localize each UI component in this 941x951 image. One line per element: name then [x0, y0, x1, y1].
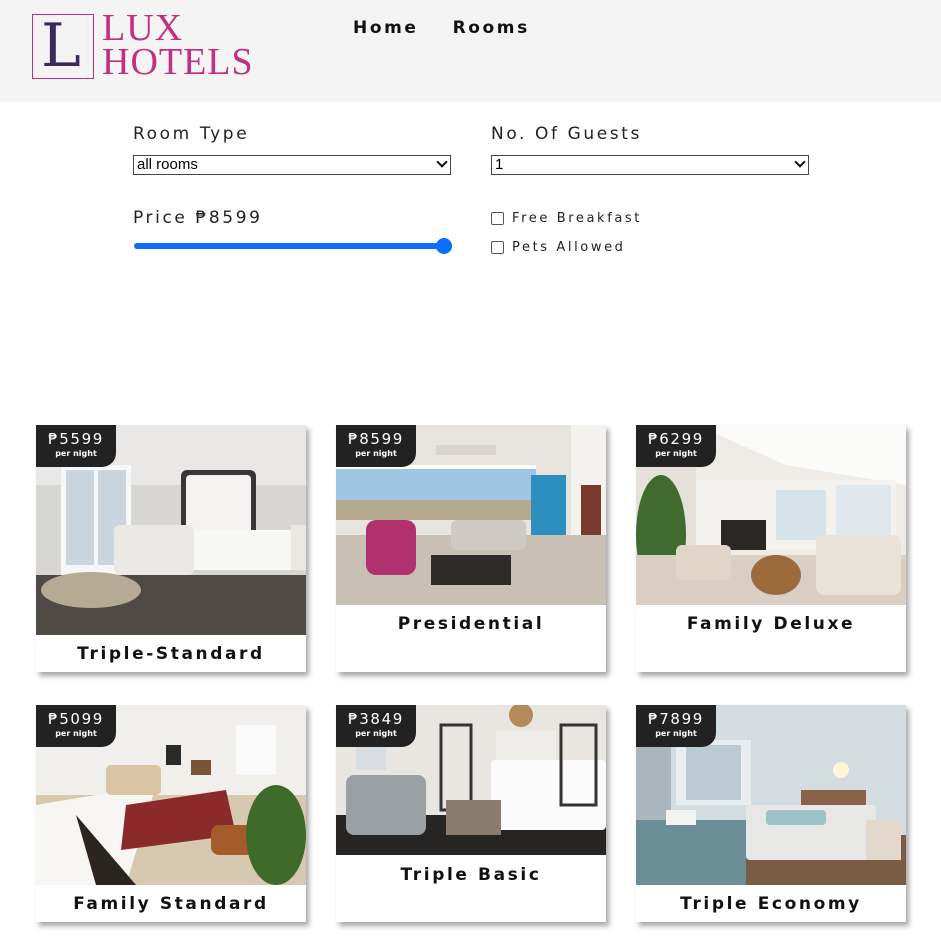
room-name: Presidential [397, 614, 545, 634]
chevron-down-icon [436, 156, 448, 168]
price-badge: ₱3849 per night [336, 705, 416, 747]
per-night-label: per night [55, 729, 97, 738]
price-badge: ₱8599 per night [336, 425, 416, 467]
room-name: Triple Basic [400, 865, 542, 885]
room-card[interactable]: ₱3849 per night Triple Basic [336, 705, 606, 922]
chevron-down-icon [794, 156, 806, 168]
slider-track [134, 243, 452, 249]
room-name: Family Standard [73, 894, 269, 914]
room-type-select[interactable]: all rooms [133, 155, 451, 175]
logo-line-1: LUX [102, 7, 184, 49]
room-price: ₱6299 [648, 430, 704, 448]
room-type-value: all rooms [137, 156, 198, 173]
room-price: ₱3849 [348, 710, 404, 728]
price-badge: ₱5599 per night [36, 425, 116, 467]
room-name: Triple-Standard [77, 644, 265, 664]
per-night-label: per night [55, 449, 97, 458]
price-badge: ₱7899 per night [636, 705, 716, 747]
price-slider[interactable] [134, 238, 452, 254]
guests-value: 1 [495, 156, 504, 173]
per-night-label: per night [355, 449, 397, 458]
guests-select[interactable]: 1 [491, 155, 809, 175]
room-card[interactable]: ₱6299 per night Family Deluxe [636, 425, 906, 672]
breakfast-option[interactable]: Free Breakfast [491, 211, 642, 226]
breakfast-checkbox[interactable] [491, 212, 504, 225]
price-label: Price ₱8599 [133, 208, 263, 228]
logo-frame: L [32, 11, 94, 81]
nav-link-home[interactable]: Home [353, 18, 419, 38]
logo-line-2: HOTELS [102, 41, 254, 83]
logo-letter: L [41, 11, 81, 81]
room-card[interactable]: ₱5599 per night Triple-Standard [36, 425, 306, 672]
pets-label: Pets Allowed [512, 240, 626, 255]
room-price: ₱5099 [48, 710, 104, 728]
guests-label: No. Of Guests [491, 124, 642, 144]
room-price: ₱8599 [348, 430, 404, 448]
price-badge: ₱6299 per night [636, 425, 716, 467]
room-card[interactable]: ₱8599 per night Presidential [336, 425, 606, 672]
site-header: L LUX HOTELS Home Rooms [0, 0, 941, 102]
room-name: Family Deluxe [686, 614, 856, 634]
price-badge: ₱5099 per night [36, 705, 116, 747]
pets-option[interactable]: Pets Allowed [491, 240, 626, 255]
per-night-label: per night [355, 729, 397, 738]
logo-wordmark: LUX HOTELS [102, 7, 254, 83]
room-price: ₱5599 [48, 430, 104, 448]
breakfast-label: Free Breakfast [512, 211, 643, 226]
pets-checkbox[interactable] [491, 241, 504, 254]
nav-link-rooms[interactable]: Rooms [453, 18, 530, 38]
room-card[interactable]: ₱7899 per night Triple Economy [636, 705, 906, 922]
room-card[interactable]: ₱5099 per night Family Standard [36, 705, 306, 922]
brand-logo[interactable]: L LUX HOTELS [32, 7, 272, 83]
room-name: Triple Economy [680, 894, 862, 914]
main-nav: Home Rooms [353, 18, 530, 38]
room-type-label: Room Type [133, 124, 250, 144]
per-night-label: per night [655, 449, 697, 458]
slider-thumb[interactable] [436, 238, 452, 254]
room-price: ₱7899 [648, 710, 704, 728]
per-night-label: per night [655, 729, 697, 738]
